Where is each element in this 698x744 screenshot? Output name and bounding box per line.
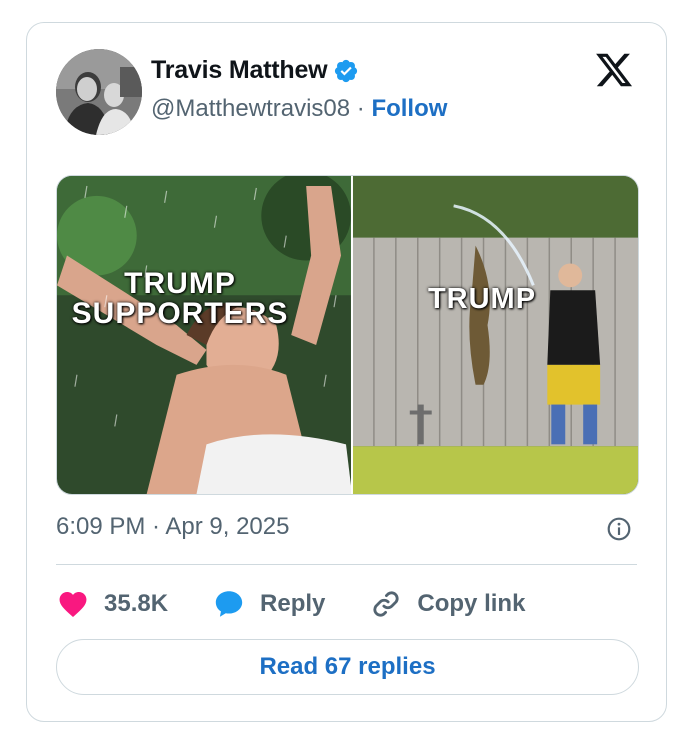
speech-bubble-icon: [215, 591, 243, 617]
handle-separator: ·: [350, 95, 372, 122]
author-name-row: Travis Matthew: [151, 56, 359, 85]
x-logo-icon[interactable]: [594, 50, 634, 90]
meme-image: [57, 176, 638, 494]
left-caption-line2: SUPPORTERS: [71, 297, 289, 330]
like-count: 35.8K: [104, 590, 169, 617]
author-handle[interactable]: @Matthewtravis08: [151, 95, 350, 122]
author-name[interactable]: Travis Matthew: [151, 56, 328, 85]
like-button[interactable]: 35.8K: [56, 587, 168, 621]
author-avatar[interactable]: [56, 49, 142, 135]
left-caption-line1: TRUMP: [124, 267, 236, 300]
reply-button[interactable]: Reply: [212, 587, 325, 621]
verified-badge-icon: [335, 59, 358, 82]
link-icon: [373, 591, 399, 617]
copy-link-button[interactable]: Copy link: [369, 587, 525, 621]
post-media-image[interactable]: [56, 175, 639, 495]
right-image-caption: TRUMP: [427, 283, 537, 315]
follow-button[interactable]: Follow: [371, 95, 447, 122]
action-bar: 35.8K Reply Copy link: [56, 584, 569, 624]
left-image-caption: TRUMP SUPPORTERS: [65, 269, 295, 329]
info-icon[interactable]: [606, 516, 632, 542]
reply-label: Reply: [260, 590, 326, 617]
author-handle-row: @Matthewtravis08 · Follow: [151, 95, 447, 123]
read-replies-button[interactable]: Read 67 replies: [56, 639, 639, 695]
avatar-photo: [56, 49, 142, 135]
heart-icon: [59, 591, 87, 618]
embedded-post-card: Travis Matthew @Matthewtravis08 · Follow: [26, 22, 667, 722]
divider: [56, 564, 637, 565]
post-timestamp[interactable]: 6:09 PM · Apr 9, 2025: [56, 513, 289, 541]
copy-link-label: Copy link: [417, 590, 526, 617]
